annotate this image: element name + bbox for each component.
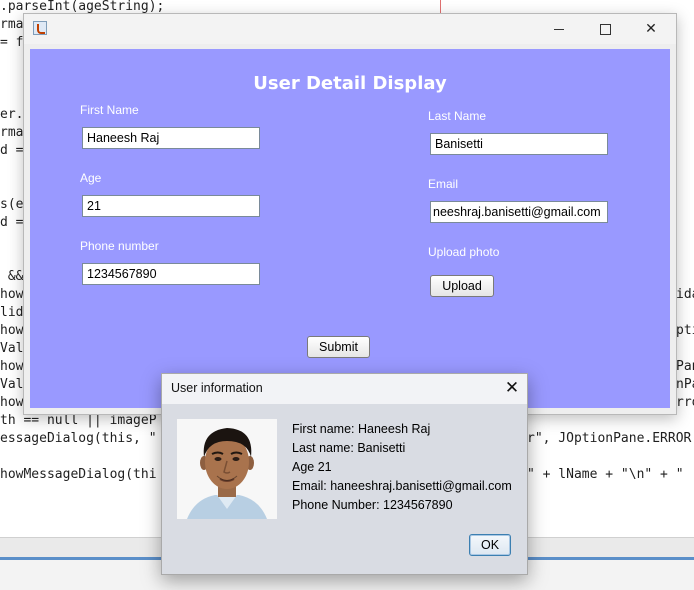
email-field[interactable]: neeshraj.banisetti@gmail.com [430, 201, 608, 223]
code-line: rma [0, 17, 24, 32]
close-icon: ✕ [504, 378, 520, 398]
code-fragment: Pan [676, 359, 694, 374]
last-name-field[interactable]: Banisetti [430, 133, 608, 155]
code-fragment: pti [676, 323, 694, 338]
minimize-button[interactable] [536, 14, 582, 44]
close-icon: ✕ [645, 21, 657, 37]
last-name-label: Last Name [428, 109, 487, 123]
code-line: Val [0, 341, 24, 356]
info-last-name: Last name: Banisetti [292, 441, 406, 455]
code-line: lid [0, 305, 24, 320]
code-line: how [0, 323, 24, 338]
info-age: Age 21 [292, 460, 332, 474]
user-information-dialog: User information ✕ First name: Haneesh R… [161, 373, 528, 575]
code-line: er. [0, 107, 24, 122]
info-phone-number: Phone Number: 1234567890 [292, 498, 453, 512]
phone-number-label: Phone number [80, 239, 159, 253]
age-field[interactable]: 21 [82, 195, 260, 217]
age-label: Age [80, 171, 102, 185]
code-line: how [0, 395, 24, 410]
code-fragment: " + lName + "\n" + " [527, 467, 684, 482]
code-line: s(e [0, 197, 24, 212]
code-fragment: ida [676, 287, 694, 302]
user-photo-image [177, 419, 277, 519]
maximize-button[interactable] [582, 14, 628, 44]
phone-number-field[interactable]: 1234567890 [82, 263, 260, 285]
user-photo [177, 419, 277, 519]
code-line: howMessageDialog(thi [0, 467, 157, 482]
first-name-field[interactable]: Haneesh Raj [82, 127, 260, 149]
code-fragment: rro [676, 395, 694, 410]
form-panel: User Detail Display First Name Haneesh R… [30, 49, 670, 408]
form-title: User Detail Display [253, 73, 447, 94]
first-name-label: First Name [80, 103, 139, 117]
minimize-icon [554, 28, 564, 30]
ok-button[interactable]: OK [469, 534, 511, 556]
upload-photo-label: Upload photo [428, 245, 500, 259]
margin-guide [440, 0, 441, 14]
code-line: Val [0, 377, 24, 392]
code-line: rma [0, 125, 24, 140]
code-line: how [0, 287, 24, 302]
code-line: = f [0, 35, 24, 50]
close-button[interactable]: ✕ [628, 14, 674, 44]
info-email: Email: haneeshraj.banisetti@gmail.com [292, 479, 512, 493]
user-detail-window: ✕ User Detail Display First Name Haneesh… [23, 13, 677, 415]
maximize-icon [599, 23, 611, 35]
code-line: essageDialog(this, " [0, 431, 157, 446]
code-fragment: r", JOptionPane.ERROR [527, 431, 692, 446]
code-fragment: nPa [676, 377, 694, 392]
dialog-close-button[interactable]: ✕ [502, 378, 522, 398]
upload-button[interactable]: Upload [430, 275, 494, 297]
code-line: d = [0, 143, 24, 158]
window-titlebar[interactable]: ✕ [24, 14, 676, 44]
info-first-name: First name: Haneesh Raj [292, 422, 431, 436]
code-line: && [0, 269, 24, 284]
java-cup-icon [33, 21, 47, 35]
dialog-title: User information [171, 381, 263, 395]
submit-button[interactable]: Submit [307, 336, 370, 358]
code-line: how [0, 359, 24, 374]
email-label: Email [428, 177, 459, 191]
code-line: d = [0, 215, 24, 230]
dialog-titlebar[interactable]: User information ✕ [162, 374, 527, 404]
